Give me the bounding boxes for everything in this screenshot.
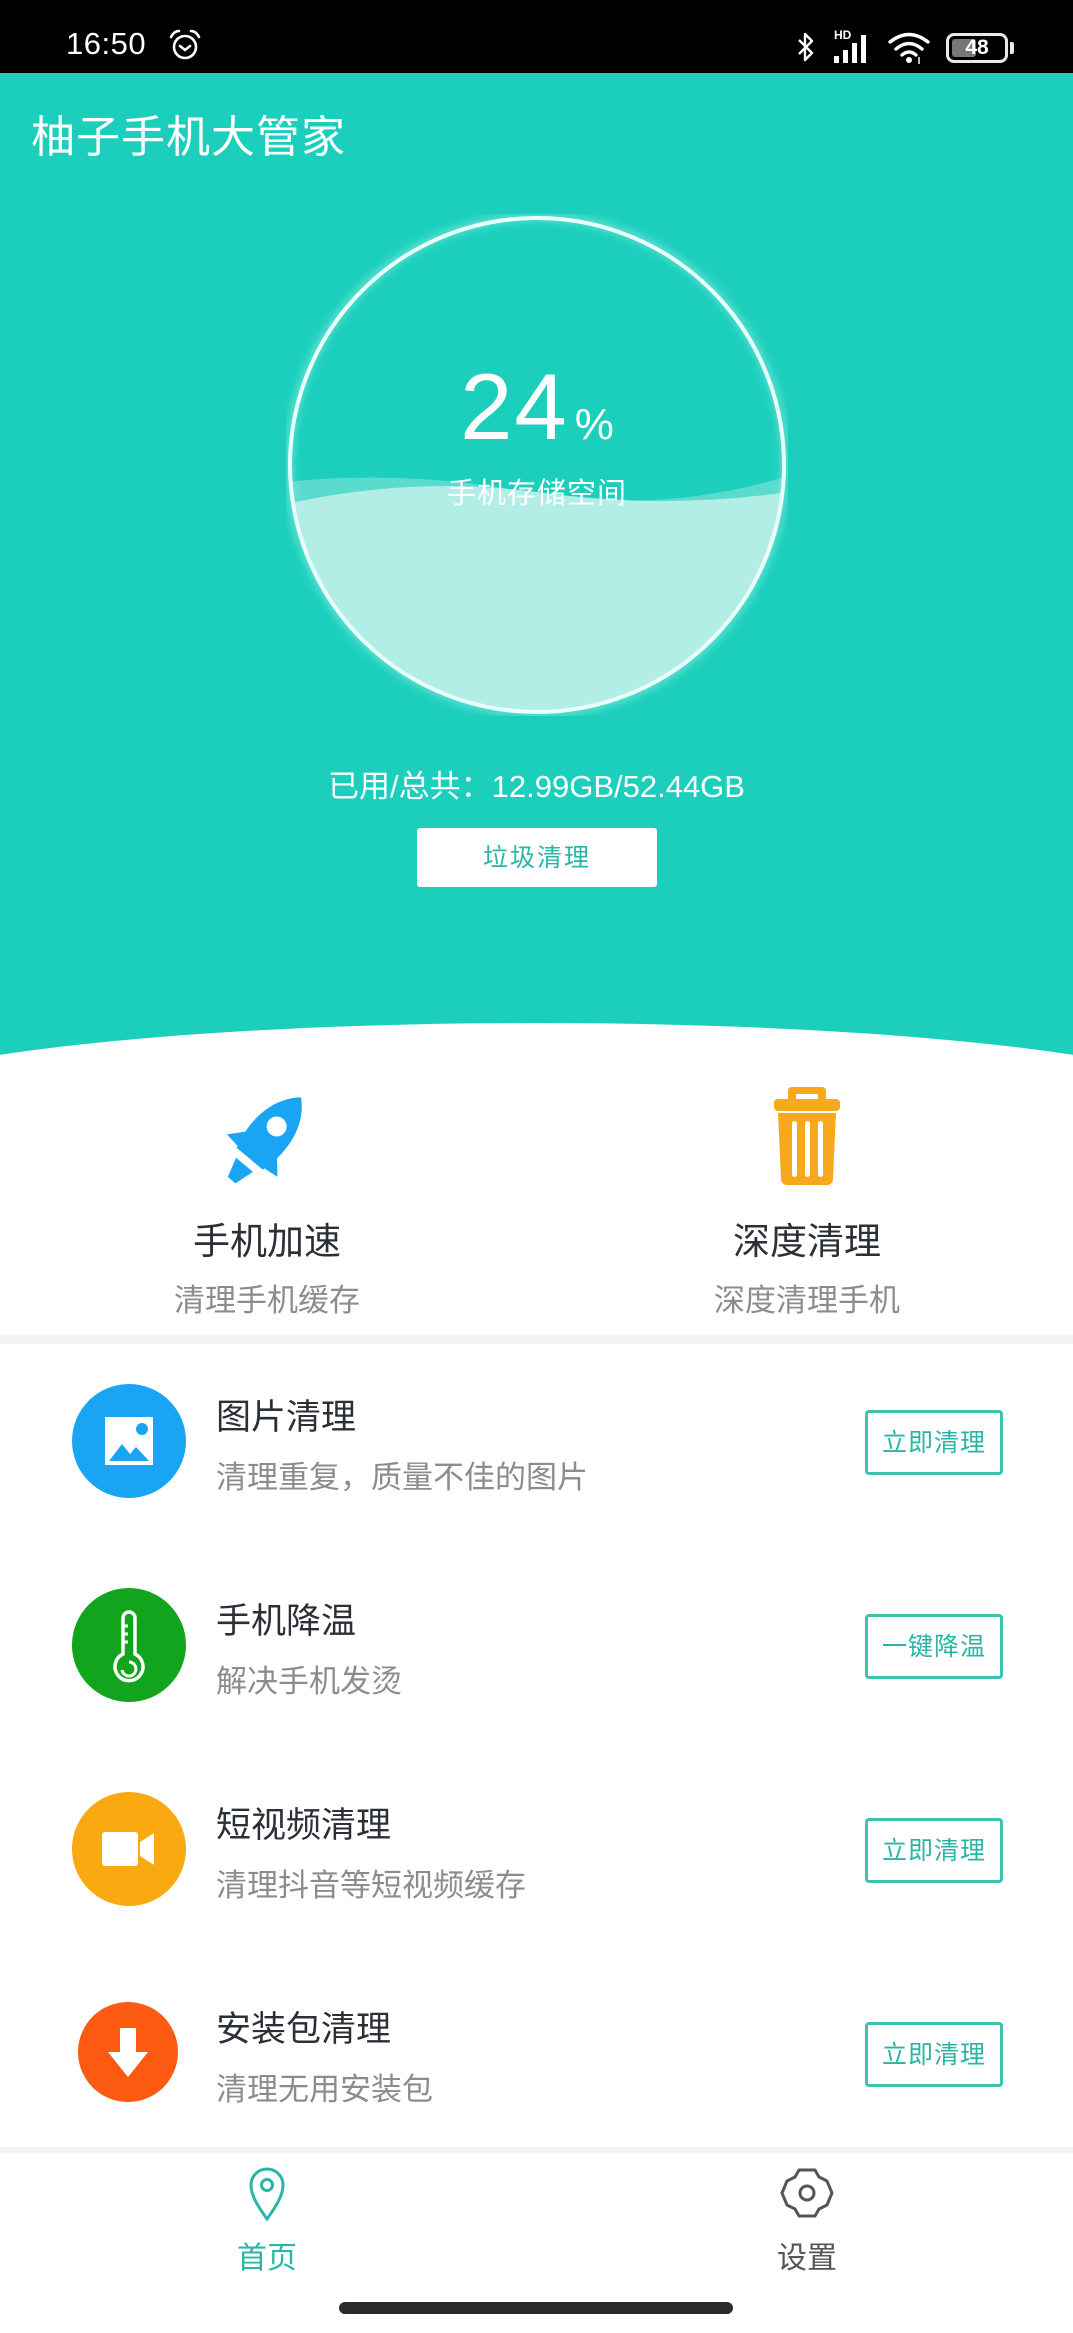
phone-boost-subtitle: 清理手机缓存 — [174, 1283, 360, 1319]
tool-title: 安装包清理 — [216, 2010, 392, 2050]
status-bar: 16:50 HD 48 — [0, 0, 1073, 73]
location-pin-icon — [249, 2167, 285, 2221]
image-icon — [72, 1384, 186, 1498]
bluetooth-icon — [798, 32, 814, 62]
signal-hd-label: HD — [834, 28, 852, 42]
status-time: 16:50 — [66, 26, 147, 61]
cool-down-button[interactable]: 一键降温 — [865, 1614, 1003, 1679]
rocket-icon — [226, 1097, 302, 1184]
tool-row-image-clean[interactable]: 图片清理 清理重复，质量不佳的图片 立即清理 — [0, 1340, 1073, 1544]
phone-boost-action[interactable]: 手机加速 清理手机缓存 — [67, 1075, 467, 1325]
home-indicator[interactable] — [339, 2302, 733, 2314]
storage-percent-value: 24 — [460, 354, 569, 459]
storage-percent: 24% — [286, 357, 788, 457]
tool-title: 图片清理 — [216, 1398, 357, 1438]
thermometer-icon — [72, 1588, 186, 1702]
phone-boost-title: 手机加速 — [193, 1220, 341, 1263]
battery-cap — [1010, 42, 1014, 54]
tool-subtitle: 清理抖音等短视频缓存 — [216, 1868, 526, 1904]
clean-now-button[interactable]: 立即清理 — [865, 2022, 1003, 2087]
tool-subtitle: 解决手机发烫 — [216, 1664, 402, 1700]
tool-row-cooldown[interactable]: 手机降温 解决手机发烫 一键降温 — [0, 1544, 1073, 1748]
storage-gauge: 24% 手机存储空间 — [286, 214, 788, 716]
clean-now-button[interactable]: 立即清理 — [865, 1410, 1003, 1475]
app-title: 柚子手机大管家 — [31, 112, 346, 163]
gear-icon — [780, 2168, 834, 2218]
wave-front — [290, 486, 784, 712]
download-arrow-icon — [78, 2002, 178, 2102]
tab-home-label: 首页 — [237, 2241, 297, 2276]
storage-label: 手机存储空间 — [446, 476, 627, 510]
battery-indicator: 48 — [946, 33, 1016, 63]
tool-title: 手机降温 — [216, 1602, 357, 1642]
deep-clean-title: 深度清理 — [733, 1220, 881, 1263]
storage-percent-unit: % — [574, 400, 614, 449]
storage-gauge-graphic — [286, 214, 788, 716]
battery-level: 48 — [965, 36, 989, 59]
storage-usage-text: 已用/总共：12.99GB/52.44GB — [328, 769, 745, 804]
deep-clean-subtitle: 深度清理手机 — [714, 1283, 900, 1319]
tab-settings-label: 设置 — [777, 2241, 837, 2276]
tool-subtitle: 清理重复，质量不佳的图片 — [216, 1460, 588, 1496]
wifi-icon — [888, 32, 930, 64]
deep-clean-action[interactable]: 深度清理 深度清理手机 — [607, 1075, 1007, 1325]
tool-row-short-video[interactable]: 短视频清理 清理抖音等短视频缓存 立即清理 — [0, 1748, 1073, 1952]
tool-title: 短视频清理 — [216, 1806, 392, 1846]
alarm-clock-icon — [169, 29, 201, 60]
cellular-signal-icon: HD — [834, 28, 866, 63]
tool-subtitle: 清理无用安装包 — [216, 2072, 433, 2108]
trash-can-icon — [774, 1087, 840, 1185]
tab-settings[interactable]: 设置 — [707, 2163, 907, 2293]
clean-now-button[interactable]: 立即清理 — [865, 1818, 1003, 1883]
tool-row-apk-clean[interactable]: 安装包清理 清理无用安装包 立即清理 — [0, 1952, 1073, 2156]
tab-home[interactable]: 首页 — [167, 2163, 367, 2293]
junk-clean-button[interactable]: 垃圾清理 — [417, 828, 657, 887]
video-camera-icon — [72, 1792, 186, 1906]
